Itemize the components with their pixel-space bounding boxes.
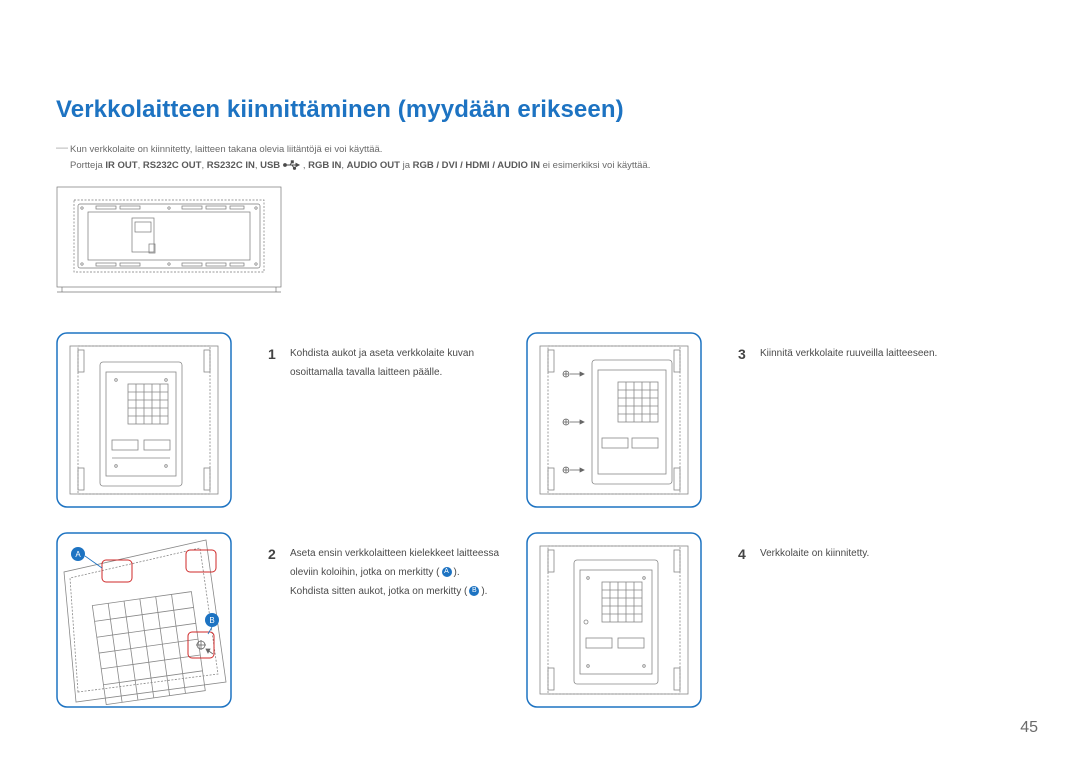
port-rgb-in: RGB IN — [308, 160, 341, 171]
step-1-number: 1 — [268, 341, 276, 368]
step-4-number: 4 — [738, 541, 746, 568]
badge-b-icon: B — [469, 586, 479, 596]
step-2-body-1: Aseta ensin verkkolaitteen kielekkeet la… — [290, 548, 499, 578]
usb-icon — [283, 160, 303, 170]
step-4-text: 4 Verkkolaite on kiinnitetty. — [760, 544, 970, 563]
note-line-1: Kun verkkolaite on kiinnitetty, laitteen… — [56, 144, 382, 155]
page-number: 45 — [1020, 719, 1038, 737]
step-3-text: 3 Kiinnitä verkkolaite ruuveilla laittee… — [760, 344, 1020, 363]
step-2-text: 2 Aseta ensin verkkolaitteen kielekkeet … — [290, 544, 500, 601]
note-suffix: ei esimerkiksi voi käyttää. — [543, 160, 651, 171]
port-rs232c-out: RS232C OUT — [143, 160, 202, 171]
note-line-2: Portteja IR OUT, RS232C OUT, RS232C IN, … — [70, 160, 650, 171]
step-2-figure: A B — [56, 532, 232, 708]
step-4-body: Verkkolaite on kiinnitetty. — [760, 548, 869, 559]
port-rs232c-in: RS232C IN — [207, 160, 255, 171]
port-usb: USB — [260, 160, 280, 171]
step-3-body: Kiinnitä verkkolaite ruuveilla laitteese… — [760, 348, 937, 359]
note-line-1-text: Kun verkkolaite on kiinnitetty, laitteen… — [70, 144, 382, 155]
step-1-text: 1 Kohdista aukot ja aseta verkkolaite ku… — [290, 344, 500, 382]
step-2-body-3: ). — [481, 586, 487, 597]
step-3-figure — [526, 332, 702, 508]
step-1-body: Kohdista aukot ja aseta verkkolaite kuva… — [290, 348, 474, 378]
step-3-number: 3 — [738, 341, 746, 368]
step-4-figure — [526, 532, 702, 708]
step-1-figure — [56, 332, 232, 508]
note-prefix: Portteja — [70, 160, 105, 171]
device-back-diagram — [56, 186, 282, 294]
badge-a-icon: A — [442, 567, 452, 577]
port-combo-in: RGB / DVI / HDMI / AUDIO IN — [413, 160, 540, 171]
badge-a-label: A — [75, 550, 81, 559]
port-audio-out: AUDIO OUT — [347, 160, 400, 171]
step-2-number: 2 — [268, 541, 276, 568]
note-mid: ja — [403, 160, 413, 171]
badge-b-label: B — [209, 616, 214, 625]
page-title: Verkkolaitteen kiinnittäminen (myydään e… — [56, 96, 624, 124]
port-ir-out: IR OUT — [105, 160, 137, 171]
